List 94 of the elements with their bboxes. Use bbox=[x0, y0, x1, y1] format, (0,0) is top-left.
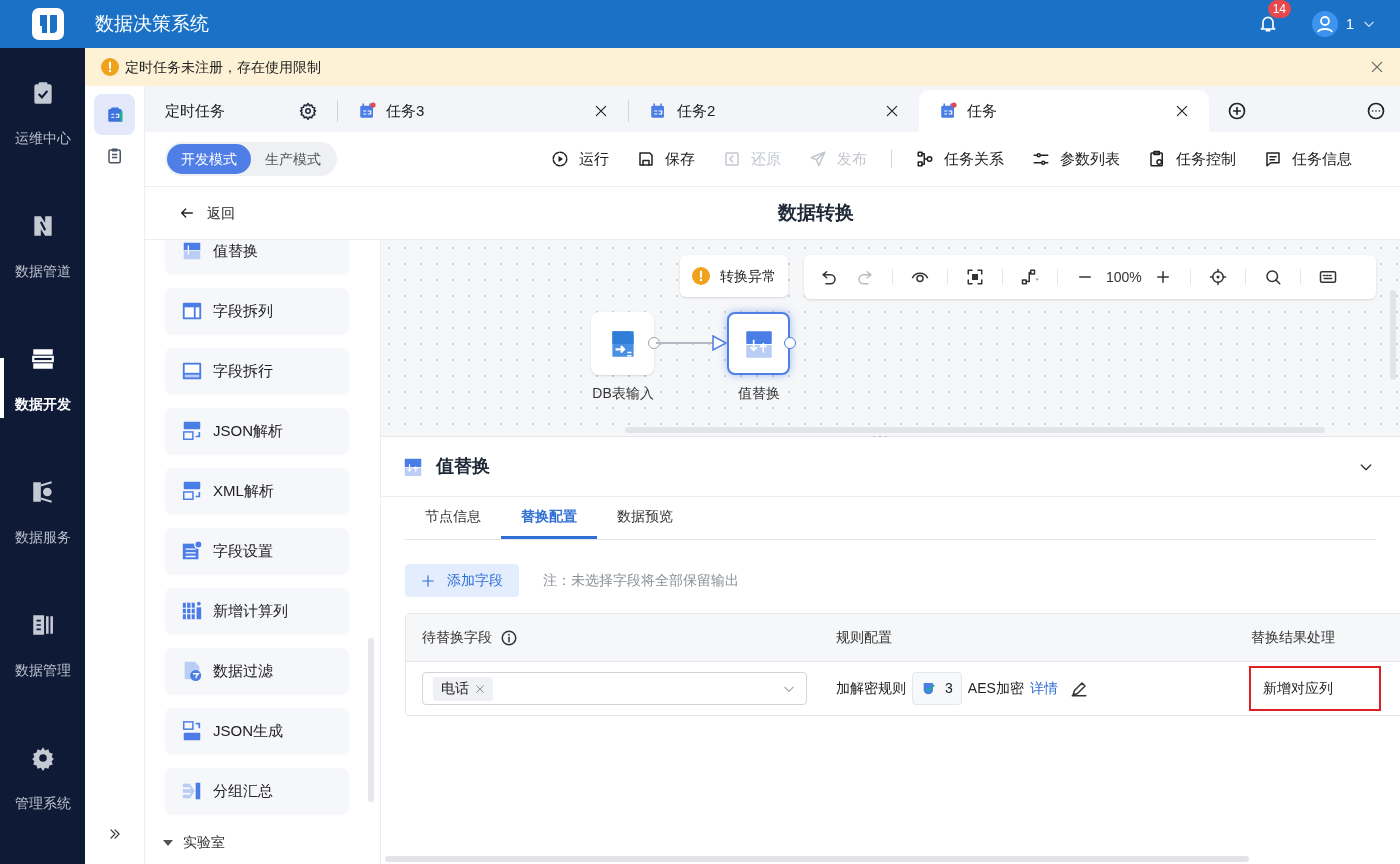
column-header: 规则配置 bbox=[836, 628, 892, 647]
user-avatar-icon[interactable] bbox=[1311, 11, 1338, 37]
task-tab[interactable]: 任务2 bbox=[629, 90, 919, 132]
nav-item[interactable]: 数据开发 bbox=[0, 314, 85, 447]
page-title: 数据转换 bbox=[778, 200, 854, 225]
save-icon bbox=[637, 150, 655, 168]
restore-icon bbox=[723, 150, 741, 168]
panel-tab[interactable]: 数据预览 bbox=[597, 497, 693, 539]
connector-arrow bbox=[656, 335, 727, 351]
app-title: 数据决策系统 bbox=[95, 11, 209, 36]
zoom-level: 100% bbox=[1106, 267, 1142, 287]
rule-count-badge: 3 bbox=[912, 672, 962, 705]
component-item[interactable]: 字段拆行 bbox=[165, 348, 349, 394]
locate-icon[interactable] bbox=[1208, 268, 1227, 286]
detail-link[interactable]: 详情 bbox=[1029, 678, 1058, 699]
task-tab[interactable]: 定时任务 bbox=[145, 90, 337, 132]
search-icon[interactable] bbox=[1263, 268, 1282, 286]
component-item[interactable]: 数据过滤 bbox=[165, 648, 349, 694]
publish-icon bbox=[809, 150, 827, 168]
field-tag: 电话 bbox=[433, 676, 493, 701]
nav-item[interactable]: 数据管道 bbox=[0, 181, 85, 314]
logo-icon bbox=[31, 7, 65, 41]
user-name[interactable]: 1 bbox=[1345, 12, 1354, 36]
flow-node[interactable] bbox=[727, 312, 790, 375]
close-icon[interactable] bbox=[885, 104, 899, 118]
nav-item[interactable]: 数据管理 bbox=[0, 580, 85, 713]
edit-icon[interactable] bbox=[1069, 679, 1088, 698]
flow-node[interactable] bbox=[591, 312, 654, 375]
lab-section-toggle[interactable]: 实验室 bbox=[163, 832, 225, 853]
rule-label: 加解密规则 bbox=[836, 679, 906, 698]
keyboard-icon[interactable] bbox=[1318, 268, 1337, 286]
nav-item[interactable]: 数据服务 bbox=[0, 447, 85, 580]
arrow-left-icon bbox=[179, 205, 195, 221]
toolbar-button[interactable]: 运行 bbox=[541, 147, 619, 171]
component-item[interactable]: 字段设置 bbox=[165, 528, 349, 574]
plus-icon bbox=[421, 573, 435, 588]
nav-item[interactable]: 运维中心 bbox=[0, 48, 85, 181]
calendar-badge-icon bbox=[358, 102, 376, 120]
warning-icon bbox=[692, 267, 710, 285]
result-option[interactable]: 新增对应列 bbox=[1249, 666, 1381, 711]
note-text: 注：未选择字段将全部保留输出 bbox=[543, 571, 739, 590]
more-icon[interactable] bbox=[1366, 101, 1386, 121]
component-item[interactable]: 新增计算列 bbox=[165, 588, 349, 634]
undo-icon[interactable] bbox=[820, 268, 838, 286]
expand-icon[interactable] bbox=[107, 827, 122, 841]
banner-text: 定时任务未注册，存在使用限制 bbox=[125, 57, 321, 77]
control-icon bbox=[1148, 150, 1166, 168]
toolbar-button[interactable]: 参数列表 bbox=[1022, 147, 1130, 171]
info-icon[interactable] bbox=[500, 628, 518, 647]
document-icon[interactable] bbox=[105, 147, 124, 165]
component-item[interactable]: JSON解析 bbox=[165, 408, 349, 454]
shield-icon bbox=[921, 680, 937, 697]
calendar-icon bbox=[105, 105, 124, 124]
notification-badge: 14 bbox=[1267, 0, 1291, 18]
toolbar-button[interactable]: 任务控制 bbox=[1138, 147, 1246, 171]
toolbar-button[interactable]: 任务关系 bbox=[906, 147, 1014, 171]
close-icon[interactable] bbox=[1175, 104, 1189, 118]
settings-icon[interactable] bbox=[299, 102, 317, 120]
add-field-button[interactable]: 添加字段 bbox=[405, 564, 519, 597]
calendar-badge-icon bbox=[939, 102, 957, 120]
params-icon bbox=[1032, 150, 1050, 168]
run-icon bbox=[551, 150, 569, 168]
back-button[interactable]: 返回 bbox=[179, 202, 235, 224]
column-header: 替换结果处理 bbox=[1251, 628, 1335, 647]
column-header: 待替换字段 bbox=[422, 628, 492, 647]
panel-tab[interactable]: 节点信息 bbox=[405, 497, 501, 539]
component-item[interactable]: 值替换 bbox=[165, 240, 349, 274]
add-tab-icon[interactable] bbox=[1227, 101, 1247, 121]
toolbar-button[interactable]: 保存 bbox=[627, 147, 705, 171]
task-list-tab[interactable] bbox=[94, 94, 135, 135]
close-icon[interactable] bbox=[594, 104, 608, 118]
mode-button[interactable]: 开发模式 bbox=[167, 144, 251, 174]
component-item[interactable]: 分组汇总 bbox=[165, 768, 349, 814]
component-item[interactable]: 字段拆列 bbox=[165, 288, 349, 334]
task-tab[interactable]: 任务 bbox=[919, 90, 1209, 132]
node-label: DB表输入 bbox=[591, 384, 655, 403]
calendar-icon bbox=[649, 102, 667, 120]
info-icon bbox=[1264, 150, 1282, 168]
status-chip: 转换异常 bbox=[680, 255, 788, 297]
panel-tab[interactable]: 替换配置 bbox=[501, 497, 597, 539]
fit-view-icon[interactable] bbox=[966, 268, 984, 286]
component-item[interactable]: XML解析 bbox=[165, 468, 349, 514]
warning-icon bbox=[101, 58, 119, 76]
node-label: 值替换 bbox=[737, 384, 781, 403]
toolbar-button[interactable]: 任务信息 bbox=[1254, 147, 1362, 171]
mode-button[interactable]: 生产模式 bbox=[251, 144, 335, 174]
nav-item[interactable]: 管理系统 bbox=[0, 713, 85, 846]
task-tab[interactable]: 任务3 bbox=[338, 90, 628, 132]
component-item[interactable]: JSON生成 bbox=[165, 708, 349, 754]
panel-title: 值替换 bbox=[436, 455, 490, 478]
connector-style-icon[interactable] bbox=[1021, 268, 1039, 286]
relation-icon bbox=[916, 150, 934, 168]
rule-name: AES加密 bbox=[967, 679, 1024, 698]
caret-down-icon bbox=[163, 837, 173, 848]
